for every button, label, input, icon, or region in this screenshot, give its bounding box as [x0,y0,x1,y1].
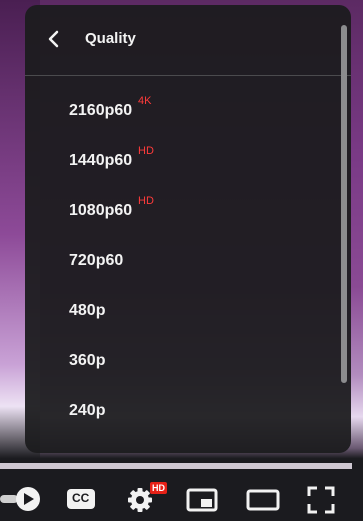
quality-option-1080p60[interactable]: 1080p60 HD [25,187,345,237]
quality-option-label: 1440p60 [69,152,133,169]
quality-option-label: 360p [69,352,106,369]
menu-scrollbar[interactable] [341,25,347,383]
quality-option-720p60[interactable]: 720p60 [25,237,345,287]
quality-option-label: 240p [69,402,106,419]
quality-option-480p[interactable]: 480p [25,287,345,337]
player-controls: CC HD [0,472,363,521]
quality-option-label: 480p [69,302,106,319]
quality-option-label: 720p60 [69,252,124,269]
fullscreen-icon[interactable] [306,485,336,515]
menu-title: Quality [85,30,136,47]
cc-label: CC [72,491,90,505]
menu-header: Quality [25,5,351,76]
quality-option-label: 1080p60 [69,202,133,219]
progress-bar[interactable] [0,463,352,469]
quality-badge: 4K [138,95,152,107]
quality-option-label: 2160p60 [69,102,133,119]
quality-badge: HD [138,145,154,157]
hd-badge: HD [150,482,167,494]
theater-mode-icon[interactable] [246,488,280,512]
quality-option-360p[interactable]: 360p [25,337,345,387]
play-icon[interactable] [0,486,42,512]
cc-button[interactable]: CC [66,488,96,510]
miniplayer-icon[interactable] [186,488,218,512]
chevron-left-icon[interactable] [45,30,63,48]
quality-badge: HD [138,195,154,207]
quality-option-240p[interactable]: 240p [25,387,345,437]
quality-option-2160p60[interactable]: 2160p60 4K [25,87,345,137]
quality-option-1440p60[interactable]: 1440p60 HD [25,137,345,187]
quality-menu: Quality 2160p60 4K 1440p60 HD 1080p60 HD… [25,5,351,453]
